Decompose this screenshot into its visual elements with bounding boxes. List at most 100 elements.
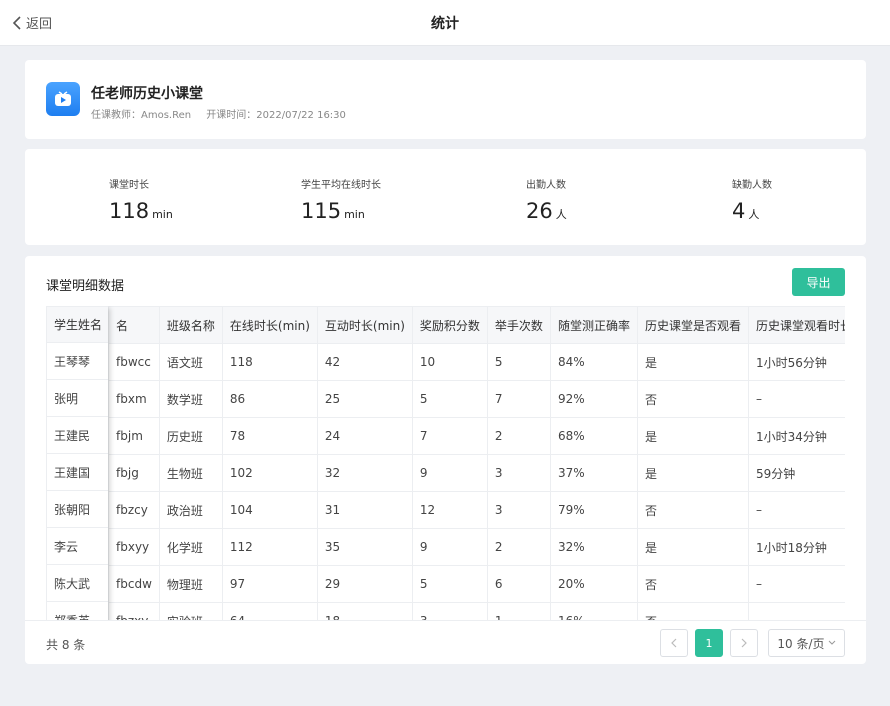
export-button[interactable]: 导出 <box>792 268 845 296</box>
table-cell: – <box>748 491 845 529</box>
table-cell: 79% <box>550 491 638 529</box>
stat-attendance: 出勤人数 26 人 <box>526 176 567 223</box>
table-cell: – <box>748 602 845 620</box>
stat-avg-online: 学生平均在线时长 115 min <box>301 176 381 223</box>
table-cell: 7 <box>487 380 551 418</box>
col-header[interactable]: 随堂测正确率 <box>550 306 638 344</box>
table-cell: 20% <box>550 565 638 603</box>
student-name: 王建民 <box>46 417 108 454</box>
table-cell: 64 <box>222 602 318 620</box>
table-cell: 32 <box>317 454 413 492</box>
stat-class-duration: 课堂时长 118 min <box>109 176 173 223</box>
table-cell: 92% <box>550 380 638 418</box>
table-cell: 9 <box>412 454 488 492</box>
table-cell: 18 <box>317 602 413 620</box>
stat-label: 出勤人数 <box>526 180 566 191</box>
table-row[interactable]: 陈大武fbcdw物理班97295620%否– <box>46 565 845 603</box>
table-cell: 2 <box>487 528 551 566</box>
col-header[interactable]: 名 <box>108 306 160 344</box>
table-cell: 118 <box>222 343 318 381</box>
table-cell: 化学班 <box>159 528 223 566</box>
table-row[interactable]: 郑秀英fbzxy实验班64183116%否– <box>46 602 845 620</box>
stats-card: 课堂时长 118 min 学生平均在线时长 115 min 出勤人数 26 人 缺勤人… <box>25 149 866 245</box>
table-cell: 35 <box>317 528 413 566</box>
pagination: 1 10 条/页 <box>653 629 845 657</box>
detail-title: 课堂明细数据 <box>46 279 125 294</box>
table-cell: fbwcc <box>108 343 160 381</box>
table-cell: 是 <box>637 528 749 566</box>
col-header[interactable]: 互动时长(min) <box>317 306 413 344</box>
course-start-time: 开课时间：2022/07/22 16:30 <box>206 110 346 121</box>
page-title: 统计 <box>431 16 459 32</box>
table-cell: 16% <box>550 602 638 620</box>
chevron-left-icon <box>671 638 677 648</box>
table-cell: 9 <box>412 528 488 566</box>
table-row[interactable]: 张朝阳fbzcy政治班1043112379%否– <box>46 491 845 529</box>
student-name: 郑秀英 <box>46 602 108 620</box>
page-size-select[interactable]: 10 条/页 <box>768 629 845 657</box>
col-header[interactable]: 班级名称 <box>159 306 223 344</box>
table-cell: 否 <box>637 565 749 603</box>
table-cell: 3 <box>487 491 551 529</box>
prev-page-button[interactable] <box>660 629 688 657</box>
stat-value: 118 min <box>109 199 173 223</box>
table-cell: 是 <box>637 454 749 492</box>
table-row[interactable]: 李云fbxyy化学班112359232%是1小时18分钟 <box>46 528 845 566</box>
next-page-button[interactable] <box>730 629 758 657</box>
table-cell: 7 <box>412 417 488 455</box>
table-cell: 1小时56分钟 <box>748 343 845 381</box>
table-cell: 59分钟 <box>748 454 845 492</box>
table-footer: 共 8 条 1 10 条/页 <box>25 620 866 664</box>
col-header[interactable]: 在线时长(min) <box>222 306 318 344</box>
table-row[interactable]: 张明fbxm数学班86255792%否– <box>46 380 845 418</box>
table-cell: 否 <box>637 491 749 529</box>
table-cell: 2 <box>487 417 551 455</box>
table-cell: 数学班 <box>159 380 223 418</box>
course-teacher: 任课教师：Amos.Ren <box>91 110 192 121</box>
col-header[interactable]: 举手次数 <box>487 306 551 344</box>
col-header[interactable]: 学生姓名 <box>46 306 108 343</box>
col-header[interactable]: 历史课堂是否观看 <box>637 306 749 344</box>
stat-value: 4人 <box>732 199 760 223</box>
page-size-label: 10 条/页 <box>777 636 825 651</box>
table-row[interactable]: 王琴琴fbwcc语文班1184210584%是1小时56分钟 <box>46 343 845 381</box>
top-bar: 返回 统计 <box>0 0 890 46</box>
table-cell: – <box>748 565 845 603</box>
table-cell: 5 <box>487 343 551 381</box>
detail-table-scroll[interactable]: 学生姓名 名 班级名称 在线时长(min) 互动时长(min) 奖励积分数 举手… <box>46 306 845 620</box>
table-cell: 97 <box>222 565 318 603</box>
table-header-row: 学生姓名 名 班级名称 在线时长(min) 互动时长(min) 奖励积分数 举手… <box>46 306 845 344</box>
table-cell: 32% <box>550 528 638 566</box>
table-cell: 历史班 <box>159 417 223 455</box>
col-header[interactable]: 奖励积分数 <box>412 306 488 344</box>
table-cell: 语文班 <box>159 343 223 381</box>
stat-value: 115 min <box>301 199 365 223</box>
student-name: 李云 <box>46 528 108 565</box>
table-cell: 政治班 <box>159 491 223 529</box>
table-cell: 78 <box>222 417 318 455</box>
table-cell: 否 <box>637 380 749 418</box>
table-cell: 生物班 <box>159 454 223 492</box>
table-cell: 6 <box>487 565 551 603</box>
table-row[interactable]: 王建民fbjm历史班78247268%是1小时34分钟 <box>46 417 845 455</box>
table-cell: – <box>748 380 845 418</box>
table-cell: 1小时34分钟 <box>748 417 845 455</box>
fixed-name-column: 学生姓名 王琴琴 张明 王建民 王建国 张朝阳 李云 陈大武 郑秀英 <box>46 306 108 620</box>
chevron-down-icon <box>828 640 835 645</box>
table-cell: 37% <box>550 454 638 492</box>
page-button-current[interactable]: 1 <box>695 629 723 657</box>
detail-table: 学生姓名 名 班级名称 在线时长(min) 互动时长(min) 奖励积分数 举手… <box>46 306 845 620</box>
table-cell: 是 <box>637 343 749 381</box>
stat-value: 26 人 <box>526 199 567 223</box>
stat-label: 缺勤人数 <box>732 180 772 191</box>
course-card: 任老师历史小课堂 任课教师：Amos.Ren 开课时间：2022/07/22 1… <box>25 60 866 139</box>
col-header[interactable]: 历史课堂观看时长 <box>748 306 845 344</box>
table-cell: 42 <box>317 343 413 381</box>
student-name: 张明 <box>46 380 108 417</box>
course-meta: 任课教师：Amos.Ren 开课时间：2022/07/22 16:30 <box>91 106 346 121</box>
table-cell: fbjg <box>108 454 160 492</box>
table-cell: 31 <box>317 491 413 529</box>
table-row[interactable]: 王建国fbjg生物班102329337%是59分钟 <box>46 454 845 492</box>
stat-absence: 缺勤人数 4人 <box>732 176 772 223</box>
table-cell: 3 <box>487 454 551 492</box>
